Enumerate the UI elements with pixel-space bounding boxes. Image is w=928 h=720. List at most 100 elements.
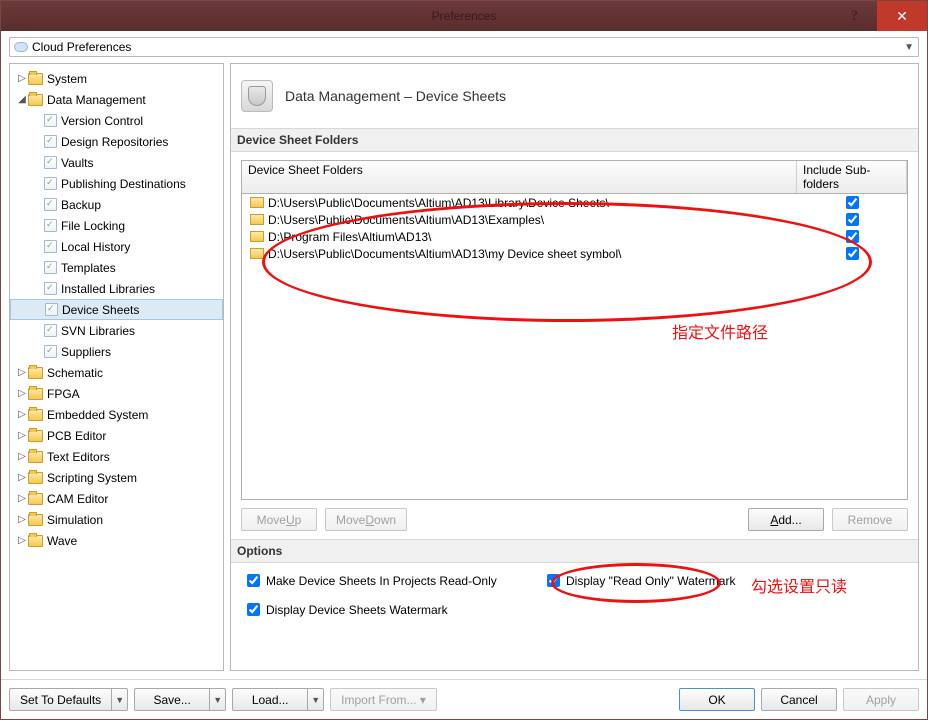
grid-row[interactable]: D:\Users\Public\Documents\Altium\AD13\Ex… <box>242 211 907 228</box>
read-only-checkbox[interactable] <box>247 574 260 587</box>
tree-item-text-editors[interactable]: ▷Text Editors <box>10 446 223 467</box>
tree-label: File Locking <box>61 219 125 233</box>
tree-label: Backup <box>61 198 101 212</box>
option-watermark[interactable]: Display Device Sheets Watermark <box>243 600 906 619</box>
tree-item-cam-editor[interactable]: ▷CAM Editor <box>10 488 223 509</box>
folder-icon <box>28 430 43 442</box>
grid-row[interactable]: D:\Users\Public\Documents\Altium\AD13\Li… <box>242 194 907 211</box>
tree-label: Schematic <box>47 366 103 380</box>
set-defaults-splitbutton[interactable]: Set To Defaults▼ <box>9 688 128 711</box>
folder-icon <box>28 472 43 484</box>
path-text: D:\Users\Public\Documents\Altium\AD13\Ex… <box>268 213 544 227</box>
chevron-down-icon: ▼ <box>904 42 914 53</box>
folder-icon <box>28 367 43 379</box>
col-header-path[interactable]: Device Sheet Folders <box>242 161 797 193</box>
page-icon <box>44 261 57 274</box>
tree-item-device-sheets[interactable]: Device Sheets <box>10 299 223 320</box>
tree-item-publishing-destinations[interactable]: Publishing Destinations <box>10 173 223 194</box>
save-splitbutton[interactable]: Save...▼ <box>134 688 226 711</box>
tree-item-scripting-system[interactable]: ▷Scripting System <box>10 467 223 488</box>
cloud-preferences-dropdown[interactable]: Cloud Preferences ▼ <box>9 37 919 57</box>
tree-label: Scripting System <box>47 471 137 485</box>
col-header-subfolders[interactable]: Include Sub-folders <box>797 161 907 193</box>
tree-label: Local History <box>61 240 130 254</box>
tree-item-wave[interactable]: ▷Wave <box>10 530 223 551</box>
page-icon <box>44 177 57 190</box>
tree-label: Embedded System <box>47 408 148 422</box>
folder-icon <box>28 514 43 526</box>
tree-label: Device Sheets <box>62 303 139 317</box>
tree-label: Design Repositories <box>61 135 168 149</box>
import-from-button[interactable]: Import From... ▾ <box>330 688 437 711</box>
grid-row[interactable]: D:\Program Files\Altium\AD13\ <box>242 228 907 245</box>
tree-item-data-management[interactable]: ◢ Data Management <box>10 89 223 110</box>
annotation-text-readonly: 勾选设置只读 <box>751 573 847 597</box>
folder-icon <box>250 197 264 208</box>
tree-item-suppliers[interactable]: Suppliers <box>10 341 223 362</box>
tree-label: Templates <box>61 261 116 275</box>
option-label: Display "Read Only" Watermark <box>566 574 735 588</box>
tree-item-embedded-system[interactable]: ▷Embedded System <box>10 404 223 425</box>
include-subfolders-checkbox[interactable] <box>846 230 859 243</box>
cancel-button[interactable]: Cancel <box>761 688 837 711</box>
close-button[interactable]: ✕ <box>877 1 927 31</box>
cloud-label: Cloud Preferences <box>32 40 131 54</box>
load-splitbutton[interactable]: Load...▼ <box>232 688 324 711</box>
page-icon <box>44 324 57 337</box>
page-icon <box>44 240 57 253</box>
tree-label: Version Control <box>61 114 143 128</box>
tree-item-fpga[interactable]: ▷FPGA <box>10 383 223 404</box>
tree-item-installed-libraries[interactable]: Installed Libraries <box>10 278 223 299</box>
include-subfolders-checkbox[interactable] <box>846 247 859 260</box>
tree-item-backup[interactable]: Backup <box>10 194 223 215</box>
page-title: Data Management – Device Sheets <box>285 88 506 104</box>
apply-button[interactable]: Apply <box>843 688 919 711</box>
page-icon <box>44 114 57 127</box>
tree-item-design-repositories[interactable]: Design Repositories <box>10 131 223 152</box>
chevron-down-icon[interactable]: ▼ <box>112 688 128 711</box>
tree-label: Wave <box>47 534 77 548</box>
tree-item-schematic[interactable]: ▷Schematic <box>10 362 223 383</box>
folder-icon <box>28 94 43 106</box>
tree-label: Vaults <box>61 156 93 170</box>
include-subfolders-checkbox[interactable] <box>846 213 859 226</box>
help-button[interactable]: ? <box>832 1 877 31</box>
ok-button[interactable]: OK <box>679 688 755 711</box>
ro-watermark-checkbox[interactable] <box>547 574 560 587</box>
chevron-down-icon[interactable]: ▼ <box>308 688 324 711</box>
tree-item-file-locking[interactable]: File Locking <box>10 215 223 236</box>
move-up-button[interactable]: Move Up <box>241 508 317 531</box>
page-icon <box>45 303 58 316</box>
page-icon <box>44 135 57 148</box>
tree-label: FPGA <box>47 387 80 401</box>
tree-item-version-control[interactable]: Version Control <box>10 110 223 131</box>
folder-icon <box>28 535 43 547</box>
tree-item-system[interactable]: ▷ System <box>10 68 223 89</box>
tree-item-vaults[interactable]: Vaults <box>10 152 223 173</box>
dialog-footer: Set To Defaults▼ Save...▼ Load...▼ Impor… <box>1 679 927 719</box>
tree-item-local-history[interactable]: Local History <box>10 236 223 257</box>
watermark-checkbox[interactable] <box>247 603 260 616</box>
folder-icon <box>28 451 43 463</box>
preferences-tree[interactable]: ▷ System ◢ Data Management Version Contr… <box>9 63 224 671</box>
remove-button[interactable]: Remove <box>832 508 908 531</box>
tree-label: Simulation <box>47 513 103 527</box>
move-down-button[interactable]: Move Down <box>325 508 407 531</box>
grid-row[interactable]: D:\Users\Public\Documents\Altium\AD13\my… <box>242 245 907 262</box>
tree-item-simulation[interactable]: ▷Simulation <box>10 509 223 530</box>
chevron-down-icon[interactable]: ▼ <box>210 688 226 711</box>
folder-icon <box>28 409 43 421</box>
folder-icon <box>250 214 264 225</box>
tree-item-svn-libraries[interactable]: SVN Libraries <box>10 320 223 341</box>
tree-label: Text Editors <box>47 450 110 464</box>
database-icon <box>241 80 273 112</box>
add-button[interactable]: Add... <box>748 508 824 531</box>
tree-item-templates[interactable]: Templates <box>10 257 223 278</box>
folders-grid[interactable]: Device Sheet Folders Include Sub-folders… <box>241 160 908 500</box>
option-read-only[interactable]: Make Device Sheets In Projects Read-Only <box>243 571 543 590</box>
tree-item-pcb-editor[interactable]: ▷PCB Editor <box>10 425 223 446</box>
page-icon <box>44 345 57 358</box>
include-subfolders-checkbox[interactable] <box>846 196 859 209</box>
content-pane: Data Management – Device Sheets Device S… <box>230 63 919 671</box>
tree-label: Suppliers <box>61 345 111 359</box>
